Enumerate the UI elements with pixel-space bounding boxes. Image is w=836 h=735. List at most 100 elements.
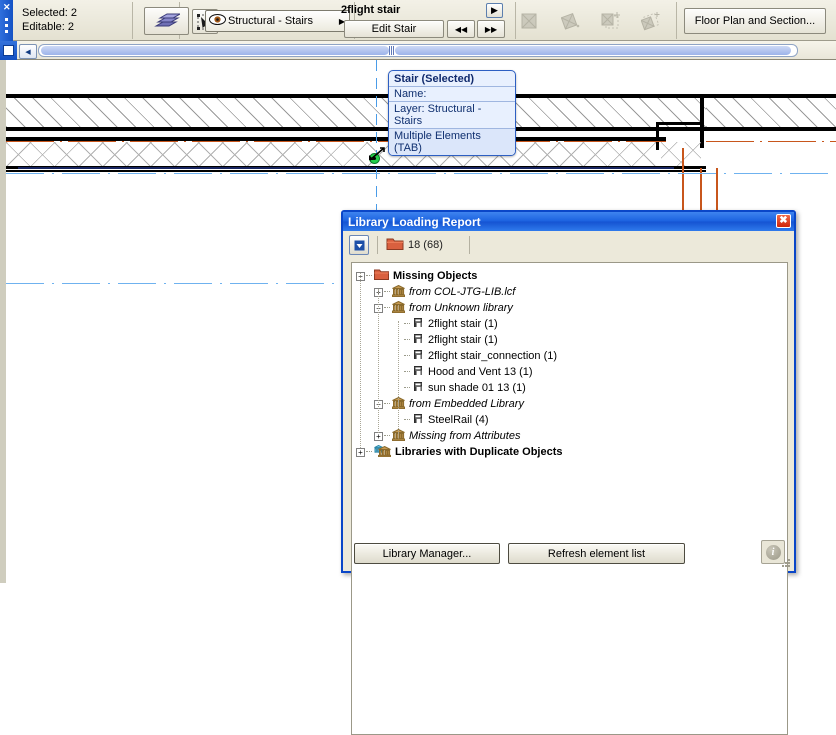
resize-grip[interactable]	[781, 558, 791, 568]
tree-item[interactable]: + Missing from Attributes	[352, 428, 787, 444]
layer-selector[interactable]: Structural - Stairs ▶	[205, 10, 350, 32]
app-icon	[0, 41, 17, 60]
folder-icon	[386, 236, 404, 254]
tree-item-label: SteelRail (4)	[428, 414, 489, 426]
selected-wall-highlight	[18, 167, 674, 169]
tree-guide-line	[378, 289, 379, 433]
dashed-orange-line	[706, 141, 836, 142]
tree-item-label: 2flight stair_connection (1)	[428, 350, 558, 362]
dialog-title-bar[interactable]: Library Loading Report ✖	[343, 212, 794, 231]
wall-hatch-diagonal	[6, 98, 706, 127]
element-info-tooltip: Stair (Selected) Name: Layer: Structural…	[388, 70, 516, 156]
tree-item[interactable]: 2flight stair (1)	[352, 316, 787, 332]
wall-line	[6, 170, 706, 172]
wall-hatch-diagonal	[706, 98, 836, 127]
tree-connector	[404, 387, 410, 389]
eye-icon	[206, 14, 228, 28]
toolbar-separator	[468, 236, 470, 254]
tree-connector	[404, 355, 410, 357]
edit-stair-button[interactable]: Edit Stair	[344, 20, 444, 38]
wall-line	[6, 127, 706, 131]
dropdown-arrow-icon[interactable]	[349, 235, 369, 255]
horizontal-scrollbar[interactable]: ◀	[0, 41, 836, 60]
dialog-title: Library Loading Report	[348, 214, 481, 229]
scroll-thumb-right[interactable]	[395, 46, 791, 55]
archicad-window: ✕ Selected: 2 Editable: 2 Structural - S…	[0, 0, 836, 735]
rotate-icon	[560, 12, 581, 33]
tree-item-label: from COL-JTG-LIB.lcf	[409, 286, 516, 298]
tree-item-label: Hood and Vent 13 (1)	[428, 366, 533, 378]
tree-item[interactable]: 2flight stair (1)	[352, 332, 787, 348]
toolbar-separator	[377, 236, 378, 254]
tree-item[interactable]: sun shade 01 13 (1)	[352, 380, 787, 396]
refresh-element-list-button[interactable]: Refresh element list	[508, 543, 685, 564]
dialog-footer: Library Manager... Refresh element list …	[343, 536, 794, 571]
tree-guide-line	[398, 321, 399, 401]
tree-item[interactable]: + from COL-JTG-LIB.lcf	[352, 284, 787, 300]
tree-item[interactable]: − from Unknown library	[352, 300, 787, 316]
tree-connector	[384, 291, 390, 293]
copy-offset-icon	[601, 11, 623, 34]
wall-line	[656, 122, 704, 125]
arrow-left-icon[interactable]: ◀	[19, 44, 37, 59]
wall-line	[703, 127, 836, 131]
tree-item[interactable]: SteelRail (4)	[352, 412, 787, 428]
stair-icon	[153, 13, 180, 27]
tree-connector	[404, 323, 410, 325]
dialog-toolbar: 18 (68)	[343, 231, 794, 259]
expand-settings-button[interactable]: ▶	[486, 3, 503, 18]
toolbar-drag-grip[interactable]: ✕	[0, 0, 13, 41]
scroll-thumb-left[interactable]	[41, 46, 389, 55]
object-icon	[412, 413, 424, 428]
info-icon: i	[765, 544, 781, 560]
layer-name: Structural - Stairs	[228, 15, 313, 27]
previous-stair-button[interactable]: ◀◀	[447, 20, 475, 38]
wall-line-vertical	[656, 122, 659, 150]
tree-item-label: 2flight stair (1)	[428, 318, 498, 330]
tree-item-label: from Unknown library	[409, 302, 513, 314]
tree-connector	[384, 307, 390, 309]
scroll-track[interactable]	[38, 44, 798, 57]
folder-icon	[374, 268, 389, 284]
tree-item-label: Missing from Attributes	[409, 430, 521, 442]
tree-item[interactable]: Hood and Vent 13 (1)	[352, 364, 787, 380]
next-stair-button[interactable]: ▶▶	[477, 20, 505, 38]
guide-line-horizontal	[6, 173, 836, 174]
tooltip-layer-row: Layer: Structural - Stairs	[389, 101, 515, 128]
floor-plan-and-section-button[interactable]: Floor Plan and Section...	[684, 8, 826, 34]
library-manager-button[interactable]: Library Manager...	[354, 543, 500, 564]
tree-item[interactable]: − Missing Objects	[352, 268, 787, 284]
info-box-toolbar: ✕ Selected: 2 Editable: 2 Structural - S…	[0, 0, 836, 41]
library-loading-report-dialog[interactable]: Library Loading Report ✖ 18 (68) − Missi…	[341, 210, 796, 735]
tree-connector	[366, 451, 372, 453]
tree-rows: − Missing Objects + from COL-JTG-LIB.lcf − fr…	[352, 263, 787, 460]
stair-tool-button[interactable]	[144, 7, 189, 35]
object-icon	[412, 365, 424, 380]
selection-counts: Selected: 2 Editable: 2	[22, 6, 77, 34]
grip-dots-icon	[5, 18, 8, 36]
tree-connector	[366, 275, 372, 277]
wall-line-vertical	[700, 94, 704, 148]
solid-fill-icon	[521, 13, 537, 32]
tree-guide-line	[360, 273, 361, 448]
close-icon[interactable]: ✖	[776, 214, 791, 228]
guide-line-horizontal	[6, 283, 346, 284]
tree-item[interactable]: − from Embedded Library	[352, 396, 787, 412]
tree-item[interactable]: 2flight stair_connection (1)	[352, 348, 787, 364]
tree-connector	[384, 403, 390, 405]
close-icon[interactable]: ✕	[3, 3, 11, 12]
report-tree[interactable]: − Missing Objects + from COL-JTG-LIB.lcf − fr…	[351, 262, 788, 735]
tooltip-name-row: Name:	[389, 86, 515, 101]
object-icon	[412, 317, 424, 332]
tree-item-label: from Embedded Library	[409, 398, 524, 410]
tree-item-label: Libraries with Duplicate Objects	[395, 446, 563, 458]
tree-item[interactable]: + Libraries with Duplicate Objects	[352, 444, 787, 460]
tree-guide-line	[398, 401, 399, 433]
object-icon	[412, 349, 424, 364]
library-blue-icon	[374, 444, 391, 460]
mirror-icon	[640, 11, 663, 34]
object-icon	[412, 381, 424, 396]
object-count: 18 (68)	[408, 239, 443, 251]
expand-icon[interactable]: +	[356, 447, 365, 457]
scroll-splitter[interactable]	[389, 46, 394, 55]
